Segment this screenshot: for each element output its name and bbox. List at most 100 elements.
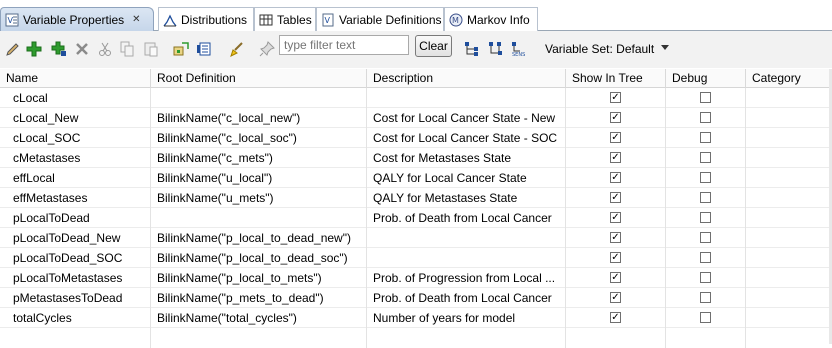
- debug-checkbox[interactable]: [700, 272, 711, 283]
- show-in-tree-checkbox[interactable]: ✓: [610, 272, 621, 283]
- table-row[interactable]: pMetastasesToDead BilinkName("p_mets_to_d…: [0, 288, 832, 308]
- show-in-tree-cell[interactable]: ✓: [566, 88, 666, 108]
- debug-cell[interactable]: [666, 88, 746, 108]
- tab-markov-info[interactable]: M Markov Info: [444, 7, 538, 31]
- category-cell[interactable]: [746, 188, 830, 208]
- table-row[interactable]: pLocalToDead_New BilinkName("p_local_to_d…: [0, 228, 832, 248]
- table-row[interactable]: cMetastases BilinkName("c_mets") Cost for …: [0, 148, 832, 168]
- category-cell[interactable]: [746, 308, 830, 328]
- root-definition-cell[interactable]: [151, 208, 367, 228]
- description-cell[interactable]: Number of years for model: [367, 308, 566, 328]
- pin-icon[interactable]: [258, 40, 275, 57]
- debug-cell[interactable]: [666, 308, 746, 328]
- clean-icon[interactable]: [228, 40, 245, 57]
- paste-icon[interactable]: [142, 40, 159, 57]
- table-row[interactable]: cLocal_New BilinkName("c_local_new") Cost …: [0, 108, 832, 128]
- debug-cell[interactable]: [666, 108, 746, 128]
- description-cell[interactable]: QALY for Metastases State: [367, 188, 566, 208]
- export-icon[interactable]: [195, 40, 212, 57]
- show-in-tree-cell[interactable]: ✓: [566, 128, 666, 148]
- description-cell[interactable]: Prob. of Progression from Local ...: [367, 268, 566, 288]
- debug-cell[interactable]: [666, 268, 746, 288]
- show-in-tree-checkbox[interactable]: ✓: [610, 172, 621, 183]
- description-cell[interactable]: Prob. of Death from Local Cancer: [367, 288, 566, 308]
- description-cell[interactable]: [367, 88, 566, 108]
- debug-cell[interactable]: [666, 208, 746, 228]
- show-in-tree-checkbox[interactable]: ✓: [610, 292, 621, 303]
- column-header-category[interactable]: Category: [746, 69, 830, 88]
- show-in-tree-cell[interactable]: ✓: [566, 208, 666, 228]
- debug-checkbox[interactable]: [700, 152, 711, 163]
- table-row[interactable]: cLocal ✓: [0, 88, 832, 108]
- root-definition-cell[interactable]: BilinkName("u_mets"): [151, 188, 367, 208]
- column-header-description[interactable]: Description: [367, 69, 566, 88]
- root-definition-cell[interactable]: BilinkName("p_mets_to_dead"): [151, 288, 367, 308]
- root-definition-cell[interactable]: BilinkName("c_local_soc"): [151, 128, 367, 148]
- name-cell[interactable]: pMetastasesToDead: [0, 288, 151, 308]
- name-cell[interactable]: pLocalToDead: [0, 208, 151, 228]
- column-header-debug[interactable]: Debug: [666, 69, 746, 88]
- debug-cell[interactable]: [666, 188, 746, 208]
- name-cell[interactable]: cLocal_New: [0, 108, 151, 128]
- debug-checkbox[interactable]: [700, 252, 711, 263]
- show-in-tree-checkbox[interactable]: ✓: [610, 212, 621, 223]
- description-cell[interactable]: Cost for Metastases State: [367, 148, 566, 168]
- debug-cell[interactable]: [666, 288, 746, 308]
- add-child-icon[interactable]: [50, 40, 67, 57]
- table-row[interactable]: pLocalToDead Prob. of Death from Local Ca…: [0, 208, 832, 228]
- debug-checkbox[interactable]: [700, 172, 711, 183]
- name-cell[interactable]: effMetastases: [0, 188, 151, 208]
- sens-analysis-icon[interactable]: SENS: [511, 40, 528, 57]
- import-icon[interactable]: [172, 40, 189, 57]
- name-cell[interactable]: cLocal: [0, 88, 151, 108]
- debug-cell[interactable]: [666, 168, 746, 188]
- show-in-tree-cell[interactable]: ✓: [566, 148, 666, 168]
- description-cell[interactable]: Cost for Local Cancer State - New: [367, 108, 566, 128]
- category-cell[interactable]: [746, 168, 830, 188]
- filter-input[interactable]: [279, 35, 409, 55]
- root-definition-cell[interactable]: BilinkName("u_local"): [151, 168, 367, 188]
- column-header-show-in-tree[interactable]: Show In Tree: [566, 69, 666, 88]
- category-cell[interactable]: [746, 288, 830, 308]
- tree-layout-icon[interactable]: [463, 40, 480, 57]
- close-icon[interactable]: ✕: [132, 14, 140, 25]
- debug-checkbox[interactable]: [700, 112, 711, 123]
- show-in-tree-checkbox[interactable]: ✓: [610, 92, 621, 103]
- show-in-tree-checkbox[interactable]: ✓: [610, 312, 621, 323]
- name-cell[interactable]: totalCycles: [0, 308, 151, 328]
- variable-set-dropdown[interactable]: Variable Set: Default: [545, 42, 654, 56]
- tab-tables[interactable]: Tables: [254, 7, 316, 31]
- column-header-root-definition[interactable]: Root Definition: [151, 69, 367, 88]
- show-in-tree-cell[interactable]: ✓: [566, 188, 666, 208]
- table-row[interactable]: totalCycles BilinkName("total_cycles") Num…: [0, 308, 832, 328]
- name-cell[interactable]: pLocalToDead_SOC: [0, 248, 151, 268]
- delete-icon[interactable]: [73, 40, 90, 57]
- show-in-tree-cell[interactable]: ✓: [566, 308, 666, 328]
- show-in-tree-checkbox[interactable]: ✓: [610, 132, 621, 143]
- debug-checkbox[interactable]: [700, 192, 711, 203]
- debug-checkbox[interactable]: [700, 92, 711, 103]
- root-definition-cell[interactable]: BilinkName("c_local_new"): [151, 108, 367, 128]
- description-cell[interactable]: [367, 248, 566, 268]
- category-cell[interactable]: [746, 208, 830, 228]
- show-in-tree-checkbox[interactable]: ✓: [610, 112, 621, 123]
- debug-checkbox[interactable]: [700, 212, 711, 223]
- debug-checkbox[interactable]: [700, 232, 711, 243]
- debug-checkbox[interactable]: [700, 312, 711, 323]
- debug-cell[interactable]: [666, 148, 746, 168]
- tab-variable-definitions[interactable]: V Variable Definitions: [316, 7, 444, 31]
- root-definition-cell[interactable]: BilinkName("p_local_to_mets"): [151, 268, 367, 288]
- root-definition-cell[interactable]: BilinkName("c_mets"): [151, 148, 367, 168]
- description-cell[interactable]: Cost for Local Cancer State - SOC: [367, 128, 566, 148]
- name-cell[interactable]: cLocal_SOC: [0, 128, 151, 148]
- name-cell[interactable]: pLocalToMetastases: [0, 268, 151, 288]
- table-row[interactable]: pLocalToDead_SOC BilinkName("p_local_to_d…: [0, 248, 832, 268]
- debug-checkbox[interactable]: [700, 132, 711, 143]
- description-cell[interactable]: QALY for Local Cancer State: [367, 168, 566, 188]
- copy-icon[interactable]: [118, 40, 135, 57]
- tree-expand-icon[interactable]: [487, 40, 504, 57]
- root-definition-cell[interactable]: BilinkName("total_cycles"): [151, 308, 367, 328]
- root-definition-cell[interactable]: [151, 88, 367, 108]
- category-cell[interactable]: [746, 268, 830, 288]
- tab-distributions[interactable]: Distributions: [158, 7, 254, 31]
